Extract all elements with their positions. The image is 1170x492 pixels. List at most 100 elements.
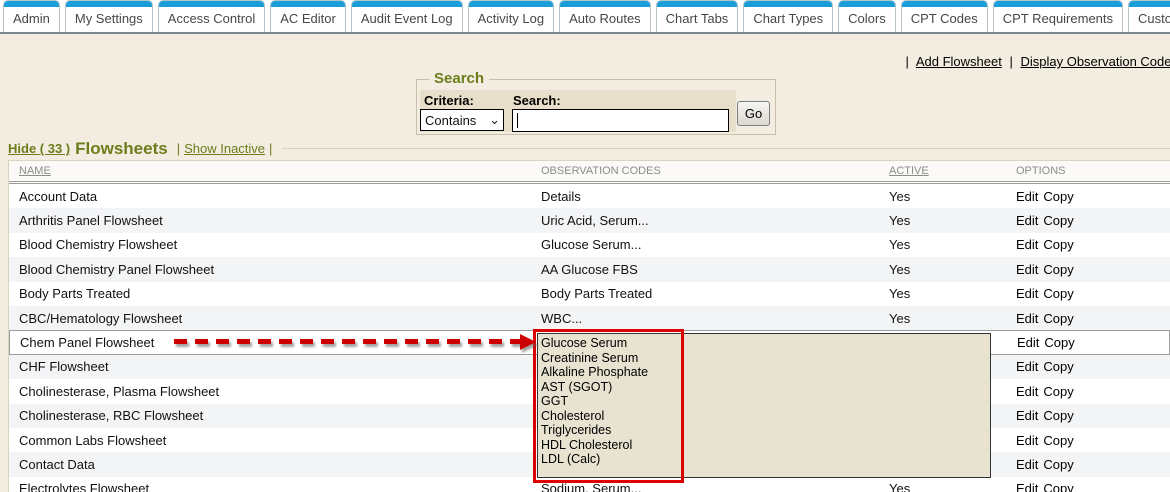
- edit-link[interactable]: Edit: [1016, 311, 1038, 326]
- go-button[interactable]: Go: [737, 101, 770, 126]
- add-flowsheet-link[interactable]: Add Flowsheet: [916, 54, 1002, 69]
- edit-link[interactable]: Edit: [1016, 359, 1038, 374]
- search-label: Search:: [513, 93, 561, 108]
- edit-link[interactable]: Edit: [1016, 189, 1038, 204]
- tab-cpt-codes[interactable]: CPT Codes: [901, 0, 988, 32]
- tab-my-settings[interactable]: My Settings: [65, 0, 153, 32]
- tab-label: Admin: [4, 7, 59, 32]
- options-cell: Edit Copy: [1016, 262, 1170, 277]
- arrow-head-icon: [520, 334, 536, 350]
- edit-link[interactable]: Edit: [1016, 384, 1038, 399]
- edit-link[interactable]: Edit: [1017, 335, 1039, 350]
- edit-link[interactable]: Edit: [1016, 408, 1038, 423]
- table-row: Arthritis Panel Flowsheet Uric Acid, Ser…: [9, 208, 1170, 232]
- arrow-dashes: [174, 339, 522, 344]
- flowsheet-name: Cholinesterase, RBC Flowsheet: [9, 408, 541, 423]
- copy-link[interactable]: Copy: [1043, 408, 1073, 423]
- options-cell: Edit Copy: [1016, 457, 1170, 472]
- options-cell: Edit Copy: [1016, 237, 1170, 252]
- options-cell: Edit Copy: [1016, 189, 1170, 204]
- edit-link[interactable]: Edit: [1016, 457, 1038, 472]
- copy-link[interactable]: Copy: [1043, 384, 1073, 399]
- tab-cpt-requirements[interactable]: CPT Requirements: [993, 0, 1123, 32]
- options-cell: Edit Copy: [1016, 286, 1170, 301]
- options-cell: Edit Copy: [1016, 433, 1170, 448]
- active-value: Yes: [889, 237, 1016, 252]
- copy-link[interactable]: Copy: [1043, 359, 1073, 374]
- copy-link[interactable]: Copy: [1043, 237, 1073, 252]
- tab-colors[interactable]: Colors: [838, 0, 896, 32]
- edit-link[interactable]: Edit: [1016, 213, 1038, 228]
- observation-codes: Glucose Serum...: [541, 237, 889, 252]
- separator: |: [177, 141, 180, 156]
- flowsheet-name: Arthritis Panel Flowsheet: [9, 213, 541, 228]
- flowsheet-name: Blood Chemistry Panel Flowsheet: [9, 262, 541, 277]
- criteria-selected-value: Contains: [425, 113, 476, 128]
- flowsheet-name: Blood Chemistry Flowsheet: [9, 237, 541, 252]
- observation-codes: Body Parts Treated: [541, 286, 889, 301]
- tab-label: Colors: [839, 7, 895, 32]
- separator: |: [269, 141, 272, 156]
- tab-auto-routes[interactable]: Auto Routes: [559, 0, 651, 32]
- flowsheet-name: Account Data: [9, 189, 541, 204]
- tab-activity-log[interactable]: Activity Log: [468, 0, 554, 32]
- tab-label: Auto Routes: [560, 7, 650, 32]
- copy-link[interactable]: Copy: [1044, 335, 1074, 350]
- copy-link[interactable]: Copy: [1043, 433, 1073, 448]
- copy-link[interactable]: Copy: [1043, 457, 1073, 472]
- show-inactive-link[interactable]: Show Inactive: [184, 141, 265, 156]
- edit-link[interactable]: Edit: [1016, 481, 1038, 492]
- options-cell: Edit Copy: [1016, 213, 1170, 228]
- tab-chart-tabs[interactable]: Chart Tabs: [656, 0, 739, 32]
- hide-count-link[interactable]: Hide ( 33 ): [8, 141, 70, 156]
- tab-custom-pharmacy[interactable]: Custom Pharmacy: [1128, 0, 1170, 32]
- observation-codes: AA Glucose FBS: [541, 262, 889, 277]
- tab-label: Audit Event Log: [352, 7, 462, 32]
- display-observation-codes-link[interactable]: Display Observation Codes: [1020, 54, 1170, 69]
- tab-label: Activity Log: [469, 7, 553, 32]
- header-action-links: | Add Flowsheet | Display Observation Co…: [902, 54, 1170, 69]
- copy-link[interactable]: Copy: [1043, 311, 1073, 326]
- annotation-arrow: [174, 334, 540, 350]
- tab-audit-event-log[interactable]: Audit Event Log: [351, 0, 463, 32]
- copy-link[interactable]: Copy: [1043, 262, 1073, 277]
- table-row: Body Parts Treated Body Parts Treated Ye…: [9, 282, 1170, 306]
- search-legend: Search: [429, 70, 489, 87]
- tab-ac-editor[interactable]: AC Editor: [270, 0, 346, 32]
- tab-label: Chart Types: [744, 7, 832, 32]
- edit-link[interactable]: Edit: [1016, 286, 1038, 301]
- options-cell: Edit Copy: [1016, 481, 1170, 492]
- column-header-name[interactable]: NAME: [9, 165, 541, 177]
- tab-label: AC Editor: [271, 7, 345, 32]
- column-header-active[interactable]: ACTIVE: [889, 165, 1016, 177]
- page-title: Flowsheets: [75, 139, 168, 159]
- flowsheet-name: Contact Data: [9, 457, 541, 472]
- flowsheet-name: Cholinesterase, Plasma Flowsheet: [9, 384, 541, 399]
- table-row: CBC/Hematology Flowsheet WBC... Yes Edit…: [9, 306, 1170, 330]
- flowsheet-name: Body Parts Treated: [9, 286, 541, 301]
- copy-link[interactable]: Copy: [1043, 286, 1073, 301]
- observation-codes: Details: [541, 189, 889, 204]
- copy-link[interactable]: Copy: [1043, 481, 1073, 492]
- tab-admin[interactable]: Admin: [3, 0, 60, 32]
- search-input[interactable]: [512, 109, 729, 132]
- separator: |: [906, 54, 909, 69]
- copy-link[interactable]: Copy: [1043, 213, 1073, 228]
- tab-chart-types[interactable]: Chart Types: [743, 0, 833, 32]
- edit-link[interactable]: Edit: [1016, 262, 1038, 277]
- copy-link[interactable]: Copy: [1043, 189, 1073, 204]
- observation-codes: Uric Acid, Serum...: [541, 213, 889, 228]
- column-header-options: OPTIONS: [1016, 165, 1170, 177]
- column-header-observation-codes: OBSERVATION CODES: [541, 165, 889, 177]
- tabbar-divider: [0, 32, 1170, 34]
- tab-access-control[interactable]: Access Control: [158, 0, 265, 32]
- tab-label: My Settings: [66, 7, 152, 32]
- tab-label: Access Control: [159, 7, 264, 32]
- edit-link[interactable]: Edit: [1016, 433, 1038, 448]
- table-row: Account Data Details Yes Edit Copy: [9, 184, 1170, 208]
- options-cell: Edit Copy: [1017, 335, 1169, 350]
- criteria-select[interactable]: Contains ⌄: [420, 109, 504, 131]
- edit-link[interactable]: Edit: [1016, 237, 1038, 252]
- active-value: Yes: [889, 189, 1016, 204]
- tab-label: CPT Codes: [902, 7, 987, 32]
